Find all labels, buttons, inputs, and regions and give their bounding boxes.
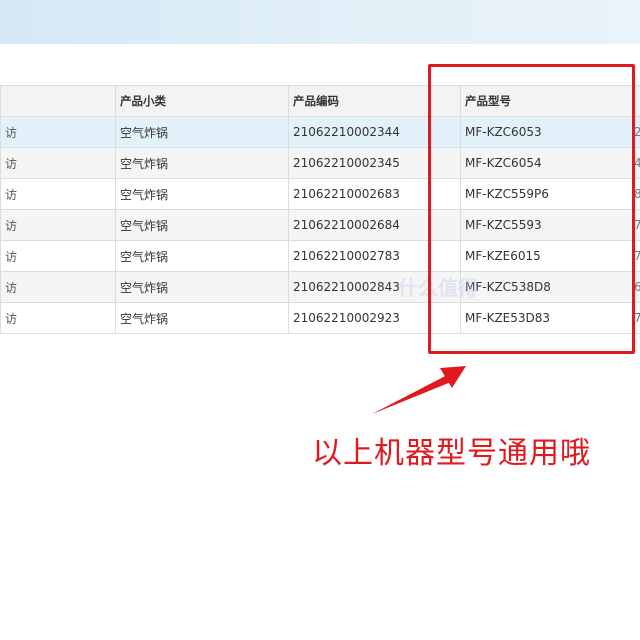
- cell-code: 21062210002344: [288, 116, 461, 148]
- cell-left: 访: [0, 209, 116, 241]
- cell-subcategory: 空气炸锅: [115, 302, 289, 334]
- cell-code: 21062210002345: [288, 147, 461, 179]
- table-row[interactable]: 访 空气炸锅 21062210002783 MF-KZE6015 7: [0, 240, 640, 272]
- cell-left: 访: [0, 240, 116, 272]
- table-row[interactable]: 访 空气炸锅 21062210002683 MF-KZC559P6 8: [0, 178, 640, 210]
- column-header-model[interactable]: 产品型号: [460, 85, 634, 117]
- cell-subcategory: 空气炸锅: [115, 178, 289, 210]
- top-banner: [0, 0, 640, 44]
- column-header-left[interactable]: [0, 85, 116, 117]
- cell-code: 21062210002783: [288, 240, 461, 272]
- product-table: 产品小类 产品编码 产品型号 访 空气炸锅 21062210002344 MF-…: [0, 85, 640, 334]
- cell-edge: 8: [633, 178, 640, 210]
- cell-left: 访: [0, 116, 116, 148]
- column-header-edge[interactable]: [633, 85, 640, 117]
- table-row[interactable]: 访 空气炸锅 21062210002344 MF-KZC6053 2: [0, 116, 640, 148]
- cell-subcategory: 空气炸锅: [115, 209, 289, 241]
- cell-model: MF-KZE6015: [460, 240, 634, 272]
- cell-code: 21062210002684: [288, 209, 461, 241]
- cell-code: 21062210002843: [288, 271, 461, 303]
- cell-model: MF-KZC559P6: [460, 178, 634, 210]
- cell-edge: 4: [633, 147, 640, 179]
- table-header-row: 产品小类 产品编码 产品型号: [0, 85, 640, 117]
- cell-code: 21062210002683: [288, 178, 461, 210]
- cell-subcategory: 空气炸锅: [115, 116, 289, 148]
- cell-edge: 6: [633, 271, 640, 303]
- cell-subcategory: 空气炸锅: [115, 147, 289, 179]
- cell-left: 访: [0, 302, 116, 334]
- cell-edge: 7: [633, 209, 640, 241]
- cell-model: MF-KZC6054: [460, 147, 634, 179]
- cell-left: 访: [0, 178, 116, 210]
- cell-edge: 7: [633, 302, 640, 334]
- cell-model: MF-KZE53D83: [460, 302, 634, 334]
- cell-edge: 7: [633, 240, 640, 272]
- table-row[interactable]: 访 空气炸锅 21062210002843 MF-KZC538D8 6: [0, 271, 640, 303]
- table-row[interactable]: 访 空气炸锅 21062210002345 MF-KZC6054 4: [0, 147, 640, 179]
- cell-code: 21062210002923: [288, 302, 461, 334]
- table-row[interactable]: 访 空气炸锅 21062210002923 MF-KZE53D83 7: [0, 302, 640, 334]
- product-table-container: 产品小类 产品编码 产品型号 访 空气炸锅 21062210002344 MF-…: [0, 85, 640, 334]
- cell-left: 访: [0, 147, 116, 179]
- cell-model: MF-KZC538D8: [460, 271, 634, 303]
- column-header-subcategory[interactable]: 产品小类: [115, 85, 289, 117]
- cell-model: MF-KZC6053: [460, 116, 634, 148]
- column-header-code[interactable]: 产品编码: [288, 85, 461, 117]
- annotation-caption: 以上机器型号通用哦: [312, 436, 591, 471]
- table-row[interactable]: 访 空气炸锅 21062210002684 MF-KZC5593 7: [0, 209, 640, 241]
- cell-subcategory: 空气炸锅: [115, 240, 289, 272]
- cell-left: 访: [0, 271, 116, 303]
- cell-model: MF-KZC5593: [460, 209, 634, 241]
- cell-edge: 2: [633, 116, 640, 148]
- cell-subcategory: 空气炸锅: [115, 271, 289, 303]
